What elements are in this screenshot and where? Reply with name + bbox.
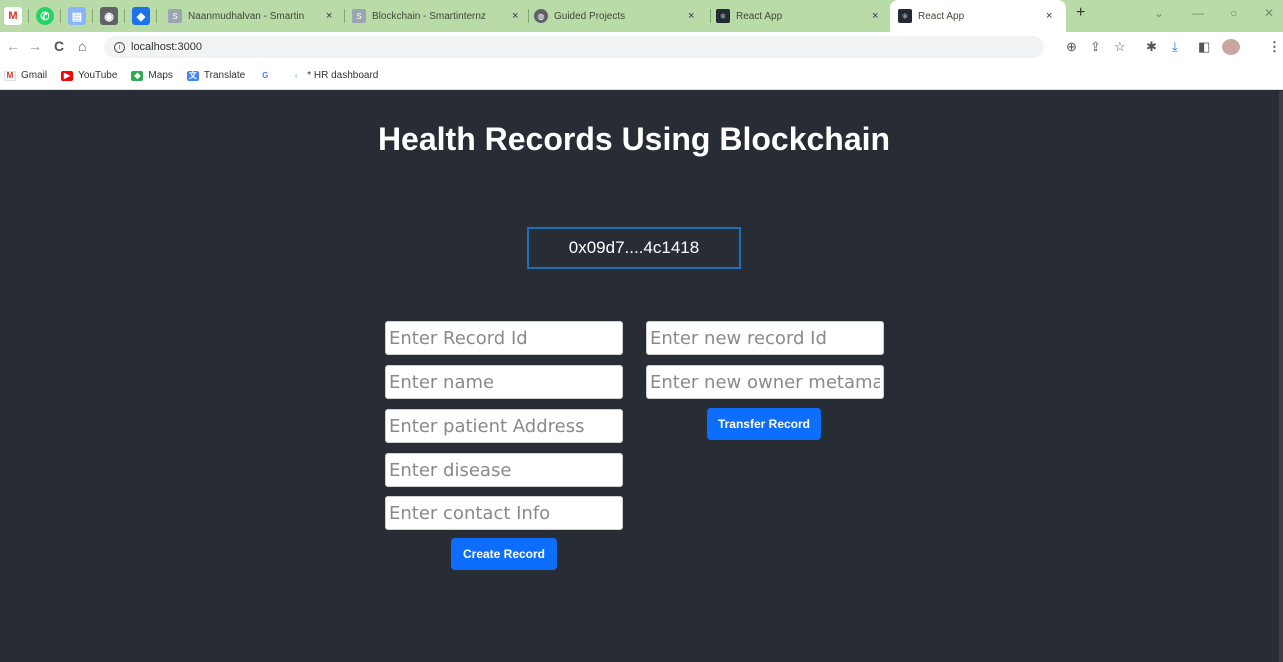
- tab-separator: [156, 9, 157, 23]
- tab-close-icon[interactable]: ×: [512, 10, 518, 22]
- connected-account-box: 0x09d7....4c1418: [527, 227, 741, 269]
- tab-separator: [28, 9, 29, 23]
- reload-icon[interactable]: C: [54, 38, 64, 54]
- tab-separator: [124, 9, 125, 23]
- browser-toolbar: ← → C ⌂ i localhost:3000 ⊕ ⇪ ☆ ✱ ⤓ ◧ ⋮: [0, 32, 1283, 62]
- chevron-left-icon: ‹: [290, 70, 303, 81]
- create-record-button[interactable]: Create Record: [451, 538, 557, 570]
- gmail-pinned-tab-icon[interactable]: M: [4, 7, 22, 25]
- globe-icon: ◍: [534, 9, 548, 23]
- pinned-tab-icon[interactable]: ▤: [68, 7, 86, 25]
- browser-tab-bar: M ✆ ▤ ◉ ◆ S Naanmudhalvan - Smartin × S …: [0, 0, 1283, 32]
- tab-title: React App: [918, 10, 965, 22]
- tab-close-icon[interactable]: ×: [872, 10, 878, 22]
- pinned-tab-icon[interactable]: ◉: [100, 7, 118, 25]
- whatsapp-pinned-tab-icon[interactable]: ✆: [36, 7, 54, 25]
- tab-title: Guided Projects: [554, 10, 626, 22]
- tab-title: Blockchain - Smartinternz: [372, 10, 486, 22]
- maps-icon: ◆: [131, 70, 144, 81]
- tab-close-icon[interactable]: ×: [1046, 10, 1052, 22]
- react-favicon-icon: ⚛: [716, 9, 730, 23]
- tab-close-icon[interactable]: ×: [688, 10, 694, 22]
- side-panel-icon[interactable]: ◧: [1198, 39, 1210, 55]
- youtube-icon: ▶: [61, 70, 74, 81]
- close-window-icon[interactable]: ✕: [1264, 6, 1274, 20]
- forward-arrow-icon[interactable]: →: [28, 38, 42, 54]
- transfer-record-button[interactable]: Transfer Record: [707, 408, 821, 440]
- tab-separator: [528, 9, 529, 23]
- bookmark-youtube[interactable]: ▶ YouTube: [61, 70, 117, 81]
- bookmark-label: * HR dashboard: [307, 70, 379, 81]
- page-title: Health Records Using Blockchain: [377, 121, 891, 157]
- disease-input[interactable]: [385, 453, 623, 487]
- tab-blockchain[interactable]: S Blockchain - Smartinternz ×: [352, 0, 524, 32]
- download-icon[interactable]: ⤓: [1172, 39, 1178, 55]
- menu-kebab-icon[interactable]: ⋮: [1268, 39, 1281, 55]
- site-favicon-icon: S: [352, 9, 366, 23]
- bookmark-label: Gmail: [21, 70, 48, 81]
- app-page: Health Records Using Blockchain 0x09d7..…: [0, 91, 1283, 662]
- share-icon[interactable]: ⇪: [1090, 39, 1101, 55]
- back-arrow-icon[interactable]: ←: [6, 38, 20, 54]
- tab-separator: [710, 9, 711, 23]
- record-id-input[interactable]: [385, 321, 623, 355]
- bookmark-star-icon[interactable]: ☆: [1114, 39, 1126, 55]
- tab-close-icon[interactable]: ×: [326, 10, 332, 22]
- page-scrollbar[interactable]: [1279, 91, 1283, 662]
- address-bar[interactable]: i localhost:3000: [104, 36, 1044, 58]
- patient-address-input[interactable]: [385, 409, 623, 443]
- tab-title: Naanmudhalvan - Smartin: [188, 10, 305, 22]
- url-text: localhost:3000: [131, 41, 202, 53]
- tab-guided-projects[interactable]: ◍ Guided Projects ×: [534, 0, 710, 32]
- site-info-icon[interactable]: i: [114, 41, 125, 53]
- maximize-icon[interactable]: ○: [1230, 6, 1237, 20]
- tab-separator: [60, 9, 61, 23]
- name-input[interactable]: [385, 365, 623, 399]
- new-tab-button[interactable]: +: [1076, 4, 1085, 22]
- bookmark-maps[interactable]: ◆ Maps: [131, 70, 173, 81]
- bookmark-label: YouTube: [78, 70, 118, 81]
- minimize-icon[interactable]: —: [1192, 6, 1204, 20]
- profile-avatar[interactable]: [1222, 39, 1240, 55]
- extensions-puzzle-icon[interactable]: ✱: [1146, 39, 1157, 55]
- pinned-tab-icon[interactable]: ◆: [132, 7, 150, 25]
- tab-react-app[interactable]: ⚛ React App ×: [716, 0, 888, 32]
- home-icon[interactable]: ⌂: [78, 38, 86, 54]
- translate-icon: 文: [186, 70, 199, 81]
- bookmark-google[interactable]: G: [259, 70, 276, 81]
- new-record-id-input[interactable]: [646, 321, 884, 355]
- bookmark-label: Maps: [148, 70, 173, 81]
- tab-naanmudhalvan[interactable]: S Naanmudhalvan - Smartin ×: [168, 0, 340, 32]
- tab-react-app-active[interactable]: ⚛ React App ×: [890, 0, 1066, 32]
- google-icon: G: [259, 70, 272, 81]
- gmail-icon: M: [4, 70, 16, 81]
- bookmark-hr-dashboard[interactable]: ‹ * HR dashboard: [290, 70, 378, 81]
- bookmark-label: Translate: [203, 70, 246, 81]
- tab-search-chevron-icon[interactable]: ⌄: [1154, 6, 1164, 20]
- tab-separator: [344, 9, 345, 23]
- bookmark-gmail[interactable]: M Gmail: [4, 70, 47, 81]
- google-lens-icon[interactable]: ⊕: [1066, 39, 1077, 55]
- tab-title: React App: [736, 10, 783, 22]
- tab-separator: [92, 9, 93, 23]
- bookmarks-bar: M Gmail ▶ YouTube ◆ Maps 文 Translate G ‹…: [0, 62, 1283, 90]
- react-favicon-icon: ⚛: [898, 9, 912, 23]
- site-favicon-icon: S: [168, 9, 182, 23]
- contact-info-input[interactable]: [385, 496, 623, 530]
- new-owner-address-input[interactable]: [646, 365, 884, 399]
- bookmark-translate[interactable]: 文 Translate: [186, 70, 246, 81]
